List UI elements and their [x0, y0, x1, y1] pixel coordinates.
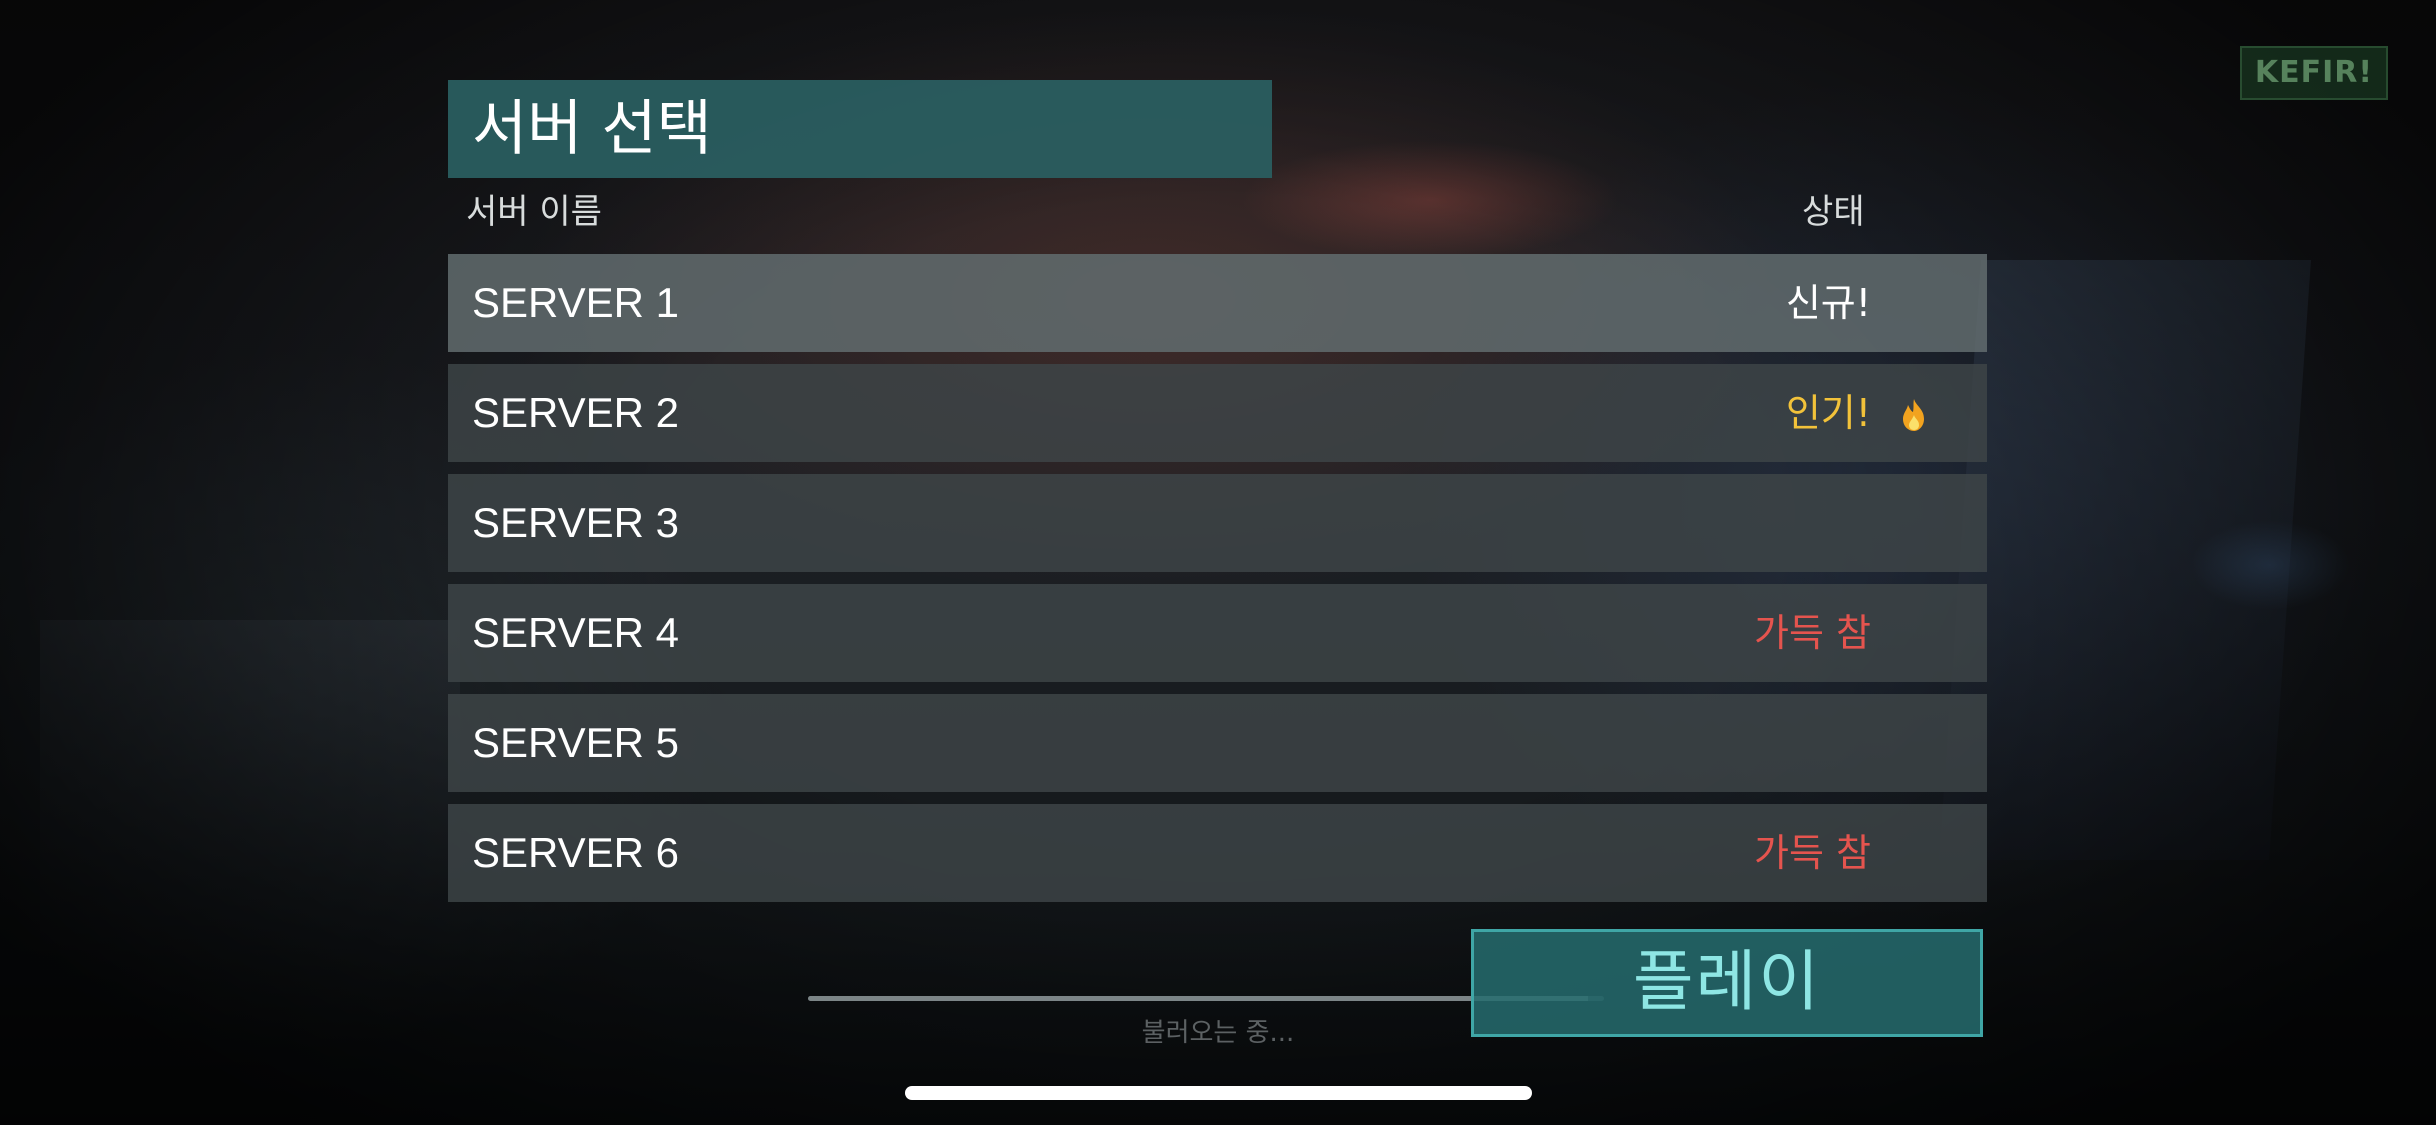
- server-name: SERVER 4: [472, 609, 679, 656]
- server-row-5[interactable]: SERVER 5: [448, 694, 1987, 792]
- server-status-badge: 가득 참: [1754, 611, 1871, 655]
- background-building-left: [40, 620, 460, 950]
- server-status-badge: 가득 참: [1754, 831, 1871, 875]
- server-status-badge: 신규!: [1785, 281, 1871, 325]
- page-title: 서버 선택: [472, 94, 712, 164]
- server-name: SERVER 2: [472, 389, 679, 436]
- play-button[interactable]: 플레이: [1471, 929, 1983, 1037]
- background-lamp-glow: [2190, 520, 2350, 610]
- server-row-1[interactable]: SERVER 1 신규!: [448, 254, 1987, 352]
- column-header-status: 상태: [1802, 192, 1865, 232]
- server-name: SERVER 6: [472, 829, 679, 876]
- server-select-header: 서버 선택: [448, 80, 1272, 178]
- server-status-badge: 인기!: [1785, 391, 1871, 435]
- background-sign-glow: [1240, 140, 1620, 260]
- fire-icon: [1903, 399, 1924, 431]
- kefir-logo: KEFIR!: [2240, 46, 2388, 100]
- server-name: SERVER 3: [472, 499, 679, 546]
- column-header-name: 서버 이름: [466, 192, 602, 232]
- home-indicator[interactable]: [905, 1086, 1532, 1100]
- server-name: SERVER 5: [472, 719, 679, 766]
- server-row-6[interactable]: SERVER 6 가득 참: [448, 804, 1987, 902]
- play-button-label: 플레이: [1632, 943, 1822, 1020]
- background-building-right: [1939, 260, 2311, 860]
- server-row-3[interactable]: SERVER 3: [448, 474, 1987, 572]
- loading-status-text: 불러오는 중...: [1141, 1018, 1295, 1048]
- server-row-2[interactable]: SERVER 2 인기!: [448, 364, 1987, 462]
- server-row-4[interactable]: SERVER 4 가득 참: [448, 584, 1987, 682]
- server-list: SERVER 1 신규! SERVER 2 인기! SERVER 3 SERVE…: [448, 254, 1987, 914]
- server-name: SERVER 1: [472, 279, 679, 326]
- game-screen: KEFIR! 서버 선택 서버 이름 상태 SERVER 1 신규! SERVE…: [0, 0, 2436, 1125]
